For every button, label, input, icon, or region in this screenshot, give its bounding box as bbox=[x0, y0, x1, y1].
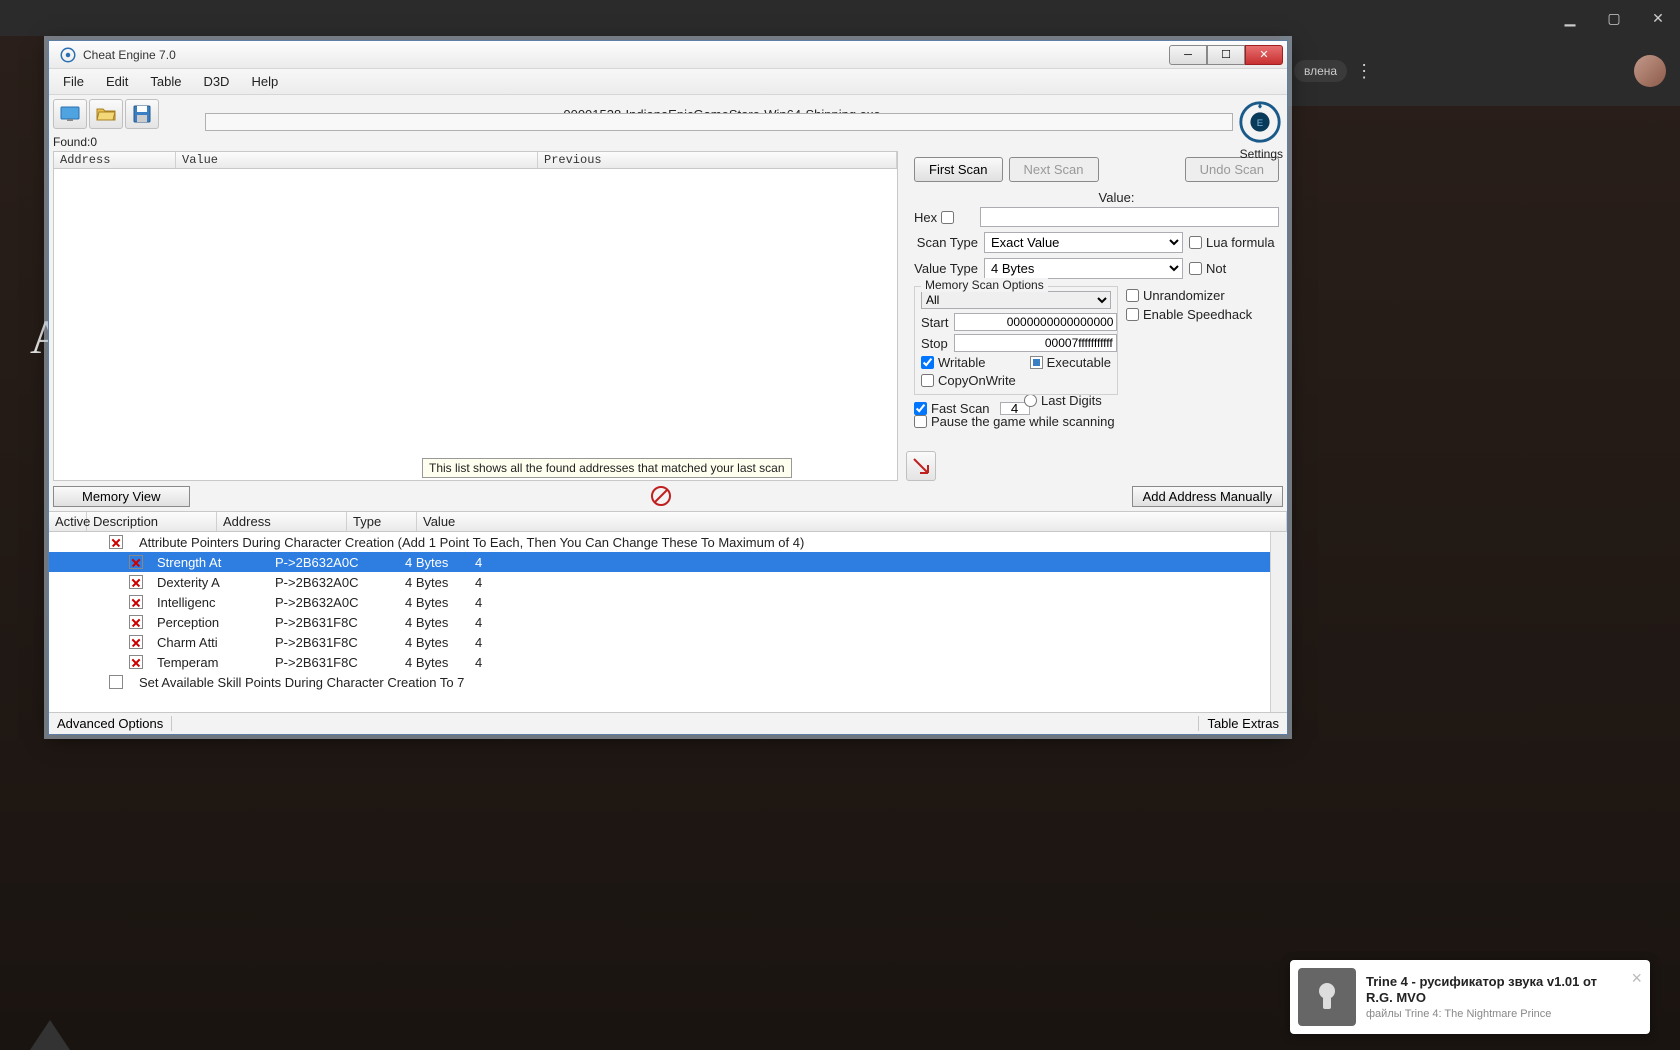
speedhack-checkbox[interactable] bbox=[1126, 308, 1139, 321]
hex-label: Hex bbox=[914, 210, 974, 225]
active-checkbox[interactable] bbox=[129, 655, 143, 669]
active-checkbox[interactable] bbox=[129, 575, 143, 589]
clear-list-icon[interactable] bbox=[650, 485, 672, 507]
os-minimize-icon[interactable]: ▁ bbox=[1556, 8, 1584, 28]
found-count: Found:0 bbox=[49, 133, 1287, 151]
col-description[interactable]: Description bbox=[87, 512, 217, 531]
browser-toolbar: влена ⋮ bbox=[1280, 36, 1680, 106]
cheat-engine-logo-icon[interactable]: E bbox=[1237, 99, 1283, 145]
address-table: Active Description Address Type Value At… bbox=[49, 511, 1287, 712]
open-button[interactable] bbox=[89, 99, 123, 129]
menu-file[interactable]: File bbox=[53, 71, 94, 92]
memory-region-select[interactable]: All bbox=[921, 291, 1111, 309]
memory-scan-options: Memory Scan Options All Start Stop Writa… bbox=[914, 286, 1118, 395]
footer: Advanced Options Table Extras bbox=[49, 712, 1287, 734]
os-maximize-icon[interactable]: ▢ bbox=[1600, 8, 1628, 28]
save-button[interactable] bbox=[125, 99, 159, 129]
copyonwrite-checkbox[interactable] bbox=[921, 374, 934, 387]
writable-checkbox[interactable] bbox=[921, 356, 934, 369]
hex-checkbox[interactable] bbox=[941, 211, 954, 224]
not-checkbox[interactable] bbox=[1189, 262, 1202, 275]
pause-game-checkbox[interactable] bbox=[914, 415, 927, 428]
col-value2[interactable]: Value bbox=[417, 512, 1287, 531]
col-address[interactable]: Address bbox=[54, 152, 176, 168]
active-checkbox[interactable] bbox=[129, 615, 143, 629]
active-checkbox[interactable] bbox=[129, 555, 143, 569]
value-type-label: Value Type bbox=[914, 261, 978, 276]
titlebar[interactable]: Cheat Engine 7.0 ─ ☐ ✕ bbox=[49, 41, 1287, 69]
cheat-engine-window: Cheat Engine 7.0 ─ ☐ ✕ File Edit Table D… bbox=[48, 40, 1288, 735]
table-group-row[interactable]: Attribute Pointers During Character Crea… bbox=[49, 532, 1287, 552]
window-controls: ─ ☐ ✕ bbox=[1169, 45, 1283, 65]
table-group-row[interactable]: Set Available Skill Points During Charac… bbox=[49, 672, 1287, 692]
results-pane: Address Value Previous This list shows a… bbox=[53, 151, 898, 481]
first-scan-button[interactable]: First Scan bbox=[914, 157, 1003, 182]
col-active[interactable]: Active bbox=[49, 512, 87, 531]
advanced-options-button[interactable]: Advanced Options bbox=[49, 716, 172, 731]
notification-icon bbox=[1298, 968, 1356, 1026]
menubar: File Edit Table D3D Help bbox=[49, 69, 1287, 95]
table-row[interactable]: Perception P->2B631F8C 4 Bytes 4 bbox=[49, 612, 1287, 632]
os-titlebar: ▁ ▢ ✕ bbox=[0, 0, 1680, 36]
value-input[interactable] bbox=[980, 207, 1279, 227]
table-scrollbar[interactable] bbox=[1270, 532, 1287, 712]
svg-text:E: E bbox=[1257, 118, 1263, 129]
settings-link[interactable]: Settings bbox=[1240, 147, 1283, 161]
next-scan-button[interactable]: Next Scan bbox=[1009, 157, 1099, 182]
translate-badge[interactable]: влена bbox=[1294, 60, 1347, 82]
avatar[interactable] bbox=[1634, 55, 1666, 87]
scan-type-label: Scan Type bbox=[914, 235, 978, 250]
last-digits-radio[interactable] bbox=[1024, 394, 1037, 407]
download-notification[interactable]: Trine 4 - русификатор звука v1.01 от R.G… bbox=[1290, 960, 1650, 1034]
table-row[interactable]: Strength At P->2B632A0C 4 Bytes 4 bbox=[49, 552, 1287, 572]
lua-formula-checkbox[interactable] bbox=[1189, 236, 1202, 249]
maximize-button[interactable]: ☐ bbox=[1207, 45, 1245, 65]
results-list[interactable]: This list shows all the found addresses … bbox=[53, 169, 898, 481]
active-checkbox[interactable] bbox=[109, 675, 123, 689]
col-address2[interactable]: Address bbox=[217, 512, 347, 531]
os-close-icon[interactable]: ✕ bbox=[1644, 8, 1672, 28]
menu-table[interactable]: Table bbox=[140, 71, 191, 92]
col-value[interactable]: Value bbox=[176, 152, 538, 168]
app-icon bbox=[59, 46, 77, 64]
menu-d3d[interactable]: D3D bbox=[193, 71, 239, 92]
memory-view-button[interactable]: Memory View bbox=[53, 486, 190, 507]
col-type[interactable]: Type bbox=[347, 512, 417, 531]
active-checkbox[interactable] bbox=[129, 595, 143, 609]
results-header: Address Value Previous bbox=[53, 151, 898, 169]
active-checkbox[interactable] bbox=[109, 535, 123, 549]
value-label: Value: bbox=[954, 190, 1279, 205]
notification-close-icon[interactable]: × bbox=[1631, 968, 1642, 989]
progress-bar bbox=[205, 113, 1233, 131]
close-button[interactable]: ✕ bbox=[1245, 45, 1283, 65]
stop-address-input[interactable] bbox=[954, 334, 1117, 352]
unrandomizer-checkbox[interactable] bbox=[1126, 289, 1139, 302]
col-previous[interactable]: Previous bbox=[538, 152, 897, 168]
notification-subtitle: файлы Trine 4: The Nightmare Prince bbox=[1366, 1008, 1621, 1020]
value-type-select[interactable]: 4 Bytes bbox=[984, 258, 1183, 279]
scan-panel: First Scan Next Scan Undo Scan Value: He… bbox=[898, 151, 1287, 481]
table-extras-button[interactable]: Table Extras bbox=[1198, 716, 1287, 731]
table-row[interactable]: Dexterity A P->2B632A0C 4 Bytes 4 bbox=[49, 572, 1287, 592]
table-row[interactable]: Temperam P->2B631F8C 4 Bytes 4 bbox=[49, 652, 1287, 672]
select-process-button[interactable] bbox=[53, 99, 87, 129]
add-address-manually-button[interactable]: Add Address Manually bbox=[1132, 486, 1283, 507]
fast-scan-checkbox[interactable] bbox=[914, 402, 927, 415]
notification-title: Trine 4 - русификатор звука v1.01 от R.G… bbox=[1366, 974, 1621, 1005]
scan-type-select[interactable]: Exact Value bbox=[984, 232, 1183, 253]
start-address-input[interactable] bbox=[954, 313, 1117, 331]
minimize-button[interactable]: ─ bbox=[1169, 45, 1207, 65]
table-row[interactable]: Charm Atti P->2B631F8C 4 Bytes 4 bbox=[49, 632, 1287, 652]
menu-edit[interactable]: Edit bbox=[96, 71, 138, 92]
table-row[interactable]: Intelligenc P->2B632A0C 4 Bytes 4 bbox=[49, 592, 1287, 612]
active-checkbox[interactable] bbox=[129, 635, 143, 649]
executable-checkbox[interactable] bbox=[1030, 356, 1043, 369]
browser-menu-icon[interactable]: ⋮ bbox=[1355, 61, 1373, 82]
menu-help[interactable]: Help bbox=[241, 71, 288, 92]
add-to-list-button[interactable] bbox=[906, 451, 936, 481]
results-tooltip: This list shows all the found addresses … bbox=[422, 458, 792, 478]
address-table-body[interactable]: Attribute Pointers During Character Crea… bbox=[49, 532, 1287, 712]
window-title: Cheat Engine 7.0 bbox=[83, 48, 176, 62]
